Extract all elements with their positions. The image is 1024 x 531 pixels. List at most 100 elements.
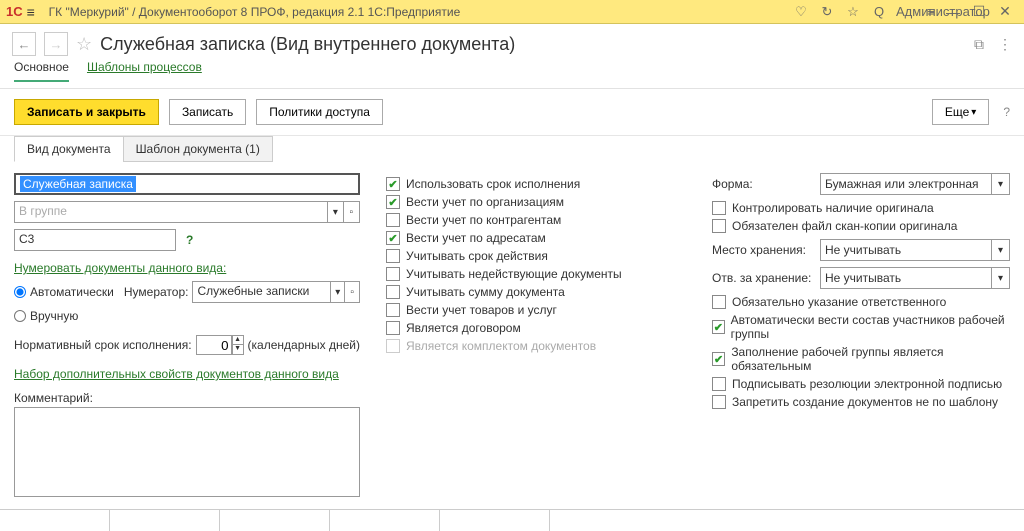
history-icon[interactable]: ↻ — [818, 4, 836, 20]
norm-term-spinner[interactable]: ▲ ▼ — [196, 335, 244, 355]
maximize-button[interactable]: ☐ — [966, 3, 992, 20]
checkbox[interactable] — [712, 352, 725, 366]
resp-label: Отв. за хранение: — [712, 271, 814, 285]
checkbox-label: Вести учет товаров и услуг — [406, 303, 557, 317]
checkbox[interactable] — [712, 201, 726, 215]
checkbox[interactable] — [386, 195, 400, 209]
check-row: Является договором — [386, 321, 686, 335]
tab-doc-type[interactable]: Вид документа — [14, 136, 124, 162]
kebab-icon[interactable]: ⋮ — [998, 36, 1012, 53]
check-row: Учитывать срок действия — [386, 249, 686, 263]
subnav-main[interactable]: Основное — [14, 60, 69, 82]
checkbox[interactable] — [386, 249, 400, 263]
logo-1c: 1C — [6, 4, 23, 19]
checkbox[interactable] — [712, 219, 726, 233]
check-row: Является комплектом документов — [386, 339, 686, 353]
subnav-process-templates[interactable]: Шаблоны процессов — [87, 60, 202, 82]
storage-select[interactable]: Не учитывать ▾ — [820, 239, 1010, 261]
checkbox-label: Учитывать срок действия — [406, 249, 548, 263]
tab-doc-template[interactable]: Шаблон документа (1) — [123, 136, 273, 162]
group-input[interactable]: В группе — [14, 201, 327, 223]
save-close-button[interactable]: Записать и закрыть — [14, 99, 159, 125]
spinner-down-button[interactable]: ▼ — [232, 345, 244, 355]
access-policies-button[interactable]: Политики доступа — [256, 99, 383, 125]
checkbox[interactable] — [386, 303, 400, 317]
status-cell — [220, 510, 330, 531]
chevron-down-icon[interactable]: ▾ — [991, 174, 1009, 194]
menu-icon[interactable]: ≡ — [922, 4, 940, 19]
more-button[interactable]: Еще▾ — [932, 99, 989, 125]
checkbox[interactable] — [386, 231, 400, 245]
save-button[interactable]: Записать — [169, 99, 246, 125]
form-value: Бумажная или электронная — [825, 177, 979, 191]
chevron-down-icon[interactable]: ▾ — [991, 240, 1009, 260]
hamburger-icon[interactable]: ≡ — [27, 4, 43, 20]
form-select[interactable]: Бумажная или электронная ▾ — [820, 173, 1010, 195]
search-icon[interactable]: Q — [870, 4, 888, 19]
checkbox — [386, 339, 400, 353]
checkbox[interactable] — [712, 377, 726, 391]
bell-icon[interactable]: ♡ — [792, 4, 810, 20]
nav-forward-button[interactable]: → — [44, 32, 68, 56]
checkbox[interactable] — [712, 395, 726, 409]
checkbox-label: Запретить создание документов не по шабл… — [732, 395, 998, 409]
chevron-down-icon: ▾ — [971, 107, 976, 118]
header: ← → ☆ Служебная записка (Вид внутреннего… — [0, 24, 1024, 60]
link-icon[interactable]: ⧉ — [974, 36, 984, 53]
numbering-manual-radio[interactable] — [14, 310, 26, 322]
resp-select[interactable]: Не учитывать ▾ — [820, 267, 1010, 289]
checkbox[interactable] — [386, 267, 400, 281]
checkbox-label: Подписывать резолюции электронной подпис… — [732, 377, 1002, 391]
chevron-down-icon[interactable]: ▾ — [991, 268, 1009, 288]
comment-label: Комментарий: — [14, 391, 93, 405]
form-label: Форма: — [712, 177, 814, 191]
page-title: Служебная записка (Вид внутреннего докум… — [100, 34, 960, 55]
group-dropdown-button[interactable]: ▾ — [327, 201, 343, 223]
user-name[interactable]: Администратор — [896, 4, 914, 19]
check-row: Вести учет товаров и услуг — [386, 303, 686, 317]
index-input[interactable]: С3 — [14, 229, 176, 251]
favorite-icon[interactable]: ☆ — [76, 34, 92, 55]
check-row: Обязательно указание ответственного — [712, 295, 1010, 309]
nav-back-button[interactable]: ← — [12, 32, 36, 56]
check-row: Вести учет по адресатам — [386, 231, 686, 245]
close-button[interactable]: ✕ — [992, 3, 1018, 20]
checkbox[interactable] — [386, 177, 400, 191]
resp-value: Не учитывать — [825, 271, 901, 285]
minimize-button[interactable]: — — [940, 4, 966, 20]
numbering-manual-label: Вручную — [30, 309, 78, 323]
numerator-label: Нумератор: — [124, 285, 189, 299]
content: Служебная записка В группе ▾ ▫ С3 ? Нуме… — [0, 161, 1024, 512]
check-row: Учитывать недействующие документы — [386, 267, 686, 281]
help-icon[interactable]: ? — [1003, 105, 1010, 119]
numerator-dropdown-button[interactable]: ▾ — [330, 281, 345, 303]
checkbox-label: Автоматически вести состав участников ра… — [731, 313, 1010, 341]
check-row: Вести учет по организациям — [386, 195, 686, 209]
toolbar: Записать и закрыть Записать Политики дос… — [0, 89, 1024, 136]
comment-textarea[interactable] — [14, 407, 360, 497]
spinner-up-button[interactable]: ▲ — [232, 335, 244, 345]
check-row: Учитывать сумму документа — [386, 285, 686, 299]
check-row: Контролировать наличие оригинала — [712, 201, 1010, 215]
star-icon[interactable]: ☆ — [844, 4, 862, 20]
status-cell — [0, 510, 110, 531]
checkbox[interactable] — [712, 320, 725, 334]
checkbox[interactable] — [712, 295, 726, 309]
status-cell — [330, 510, 440, 531]
checkbox[interactable] — [386, 321, 400, 335]
extra-props-link[interactable]: Набор дополнительных свойств документов … — [14, 367, 360, 381]
norm-term-input[interactable] — [196, 335, 232, 355]
checkbox-label: Обязательно указание ответственного — [732, 295, 946, 309]
checkbox[interactable] — [386, 285, 400, 299]
name-input[interactable]: Служебная записка — [14, 173, 360, 195]
numbering-auto-radio[interactable] — [14, 286, 26, 298]
col-mid: Использовать срок исполненияВести учет п… — [386, 173, 686, 500]
storage-value: Не учитывать — [825, 243, 901, 257]
numerator-input[interactable]: Служебные записки — [192, 281, 330, 303]
help-index-icon[interactable]: ? — [186, 233, 193, 247]
numerator-open-button[interactable]: ▫ — [345, 281, 360, 303]
check-row: Запретить создание документов не по шабл… — [712, 395, 1010, 409]
check-row: Автоматически вести состав участников ра… — [712, 313, 1010, 341]
group-open-button[interactable]: ▫ — [344, 201, 360, 223]
checkbox[interactable] — [386, 213, 400, 227]
